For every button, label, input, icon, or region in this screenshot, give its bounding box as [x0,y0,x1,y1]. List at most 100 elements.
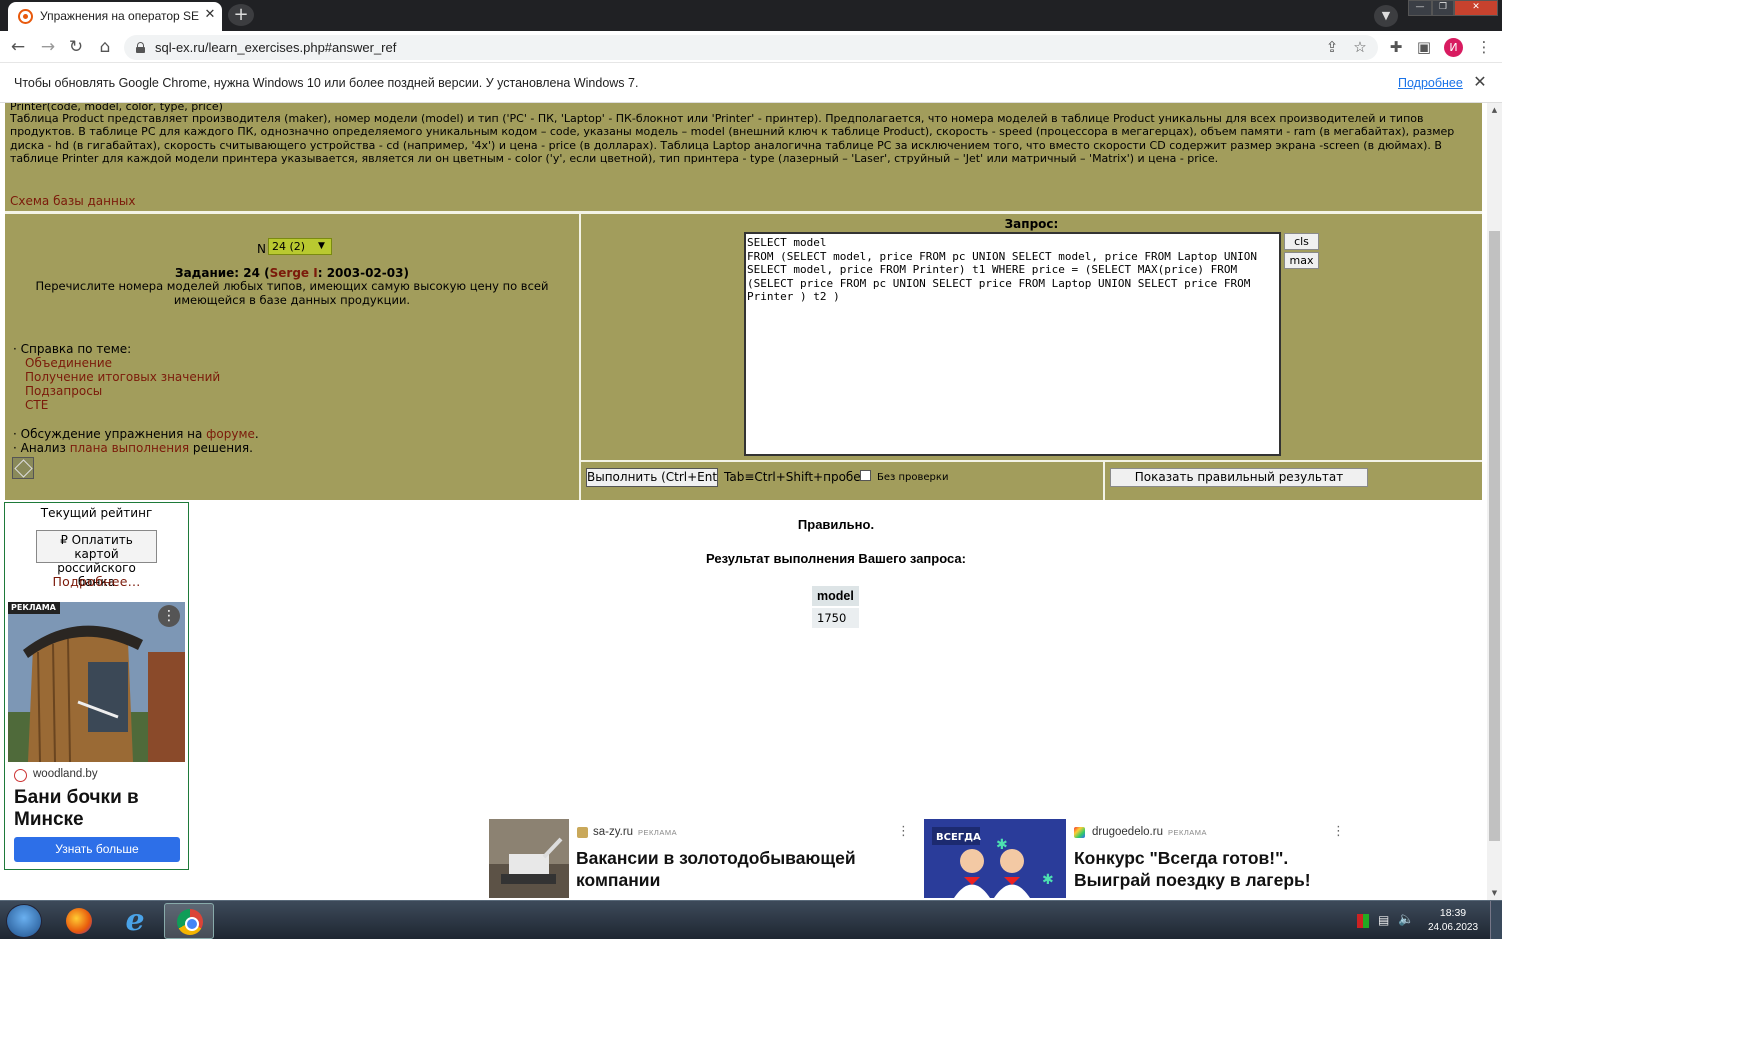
toggle-diamond-icon[interactable] [12,457,34,479]
result-table: model 1750 [812,584,859,630]
help-link-cte[interactable]: CTE [25,398,48,412]
ad-domain[interactable]: woodland.by [33,768,98,780]
database-description-text: Таблица Product представляет производите… [10,112,1455,166]
ad-domain[interactable]: drugoedelo.ru РЕКЛАМА [1092,826,1207,838]
help-link-subqueries[interactable]: Подзапросы [25,384,102,398]
help-link-aggregates[interactable]: Получение итоговых значений [25,370,220,384]
chevron-down-icon: ▼ [318,241,325,251]
site-favicon-icon [18,9,33,24]
svg-text:✱: ✱ [1042,872,1054,888]
browser-menu-icon[interactable]: ⋮ [1472,35,1496,59]
table-row: 1750 [812,608,859,628]
forum-link[interactable]: форуме [206,427,255,441]
address-bar[interactable]: sql-ex.ru/learn_exercises.php#answer_ref [124,35,1378,60]
ad-image[interactable] [8,602,185,762]
plan-suffix: решения. [189,441,253,455]
no-check-label: Без проверки [877,472,949,483]
pioneers-illustration: ВСЕГДА ✱ ✱ [924,819,1066,898]
maximize-editor-button[interactable]: max [1284,252,1319,269]
tray-clock-time[interactable]: 18:39 [1428,907,1478,919]
ad-badge: РЕКЛАМА [8,602,60,614]
page-content: Printer(code, model, color, type, price)… [0,103,1502,900]
browser-tab[interactable]: Упражнения на оператор SELECT ✕ [8,2,222,31]
exercise-number-value: 24 (2) [272,240,306,253]
rating-more-link[interactable]: Подробнее... [5,574,188,589]
close-window-icon[interactable]: ✕ [1454,0,1498,16]
home-icon[interactable]: ⌂ [92,34,118,60]
ad-title[interactable]: Вакансии в золотодобывающей компании [576,847,906,891]
internet-explorer-icon: e [125,903,145,938]
rating-title: Текущий рейтинг [40,506,153,520]
tray-volume-icon[interactable]: 🔈 [1398,912,1414,927]
share-icon[interactable]: ⇪ [1320,35,1344,59]
ad-domain-text: drugoedelo.ru [1092,826,1163,838]
taskbar-internet-explorer[interactable]: e [110,903,160,939]
svg-text:✱: ✱ [996,837,1008,853]
minimize-icon[interactable]: — [1408,0,1432,16]
ad-menu-icon[interactable]: ⋮ [158,605,180,627]
query-panel: Запрос: SELECT model FROM (SELECT model,… [581,214,1482,460]
taskbar-firefox[interactable] [54,903,104,939]
infobar-close-icon[interactable]: ✕ [1470,72,1490,92]
reload-icon[interactable]: ↻ [63,34,89,60]
taskbar-chrome[interactable] [164,903,214,939]
schema-link[interactable]: Схема базы данных [10,194,135,208]
browser-toolbar: ← → ↻ ⌂ sql-ex.ru/learn_exercises.php#an… [0,31,1502,63]
tab-close-icon[interactable]: ✕ [202,7,218,25]
scroll-up-icon[interactable]: ▲ [1487,103,1502,117]
back-arrow-icon[interactable]: ← [5,34,31,60]
help-link-union[interactable]: Объединение [25,356,112,370]
forward-arrow-icon[interactable]: → [35,34,61,60]
ad-menu-icon[interactable]: ⋮ [1332,824,1345,839]
show-desktop-button[interactable] [1490,901,1502,939]
bookmark-star-icon[interactable]: ☆ [1348,35,1372,59]
ad-card-contest[interactable]: ВСЕГДА ✱ ✱ drugoedelo.ru РЕКЛАМА ⋮ Конкур… [924,819,1353,898]
side-panel-icon[interactable]: ▣ [1412,35,1436,59]
ad-card-vacancies[interactable]: sa-zy.ru РЕКЛАМА ⋮ Вакансии в золотодобыв… [489,819,918,898]
clear-button[interactable]: cls [1284,233,1319,250]
scrollbar-thumb[interactable] [1489,231,1500,841]
new-tab-button[interactable]: + [228,4,254,26]
pay-card-button[interactable]: ₽ Оплатить картой российского банка [36,530,157,589]
ad-tag: РЕКЛАМА [1167,828,1208,837]
rating-sidebar: Текущий рейтинг ₽ Оплатить картой россий… [4,502,189,870]
maximize-icon[interactable]: ❐ [1432,0,1454,16]
ad-menu-icon[interactable]: ⋮ [897,824,910,839]
task-author-link[interactable]: Serge I [270,266,318,280]
start-button[interactable] [6,904,42,938]
query-label: Запрос: [1004,217,1059,231]
table-header-row: model [812,586,859,606]
ad-domain[interactable]: sa-zy.ru РЕКЛАМА [593,826,677,838]
tray-clock-date[interactable]: 24.06.2023 [1424,922,1482,933]
no-check-checkbox[interactable] [860,470,871,481]
show-correct-result-button[interactable]: Показать правильный результат [1110,468,1368,487]
ad-image[interactable]: ВСЕГДА ✱ ✱ [924,819,1066,898]
ad-title[interactable]: Бани бочки в Минске [14,787,184,831]
query-textarea[interactable]: SELECT model FROM (SELECT model, price F… [744,232,1281,456]
plan-line: · Анализ плана выполнения решения. [13,441,253,455]
tab-search-chevron-icon[interactable]: ▼ [1374,5,1398,27]
profile-avatar[interactable]: И [1444,38,1463,57]
plan-link[interactable]: плана выполнения [70,441,189,455]
extensions-puzzle-icon[interactable]: ✚ [1384,35,1408,59]
ad-title[interactable]: Конкурс "Всегда готов!". Выиграй поездку… [1074,847,1344,891]
forum-line: · Обсуждение упражнения на форуме. [13,427,259,441]
result-title: Результат выполнения Вашего запроса: [706,551,966,566]
ad-tag: РЕКЛАМА [638,828,678,837]
ad-learn-more-button[interactable]: Узнать больше [14,837,180,862]
sa-zy-logo-icon [577,827,588,838]
ad-domain-text: sa-zy.ru [593,826,634,838]
lock-icon[interactable] [136,42,145,53]
ad-image[interactable] [489,819,569,898]
column-header: model [812,586,859,606]
table-cell: 1750 [812,608,859,628]
url-text[interactable]: sql-ex.ru/learn_exercises.php#answer_ref [155,40,396,55]
exercise-number-select[interactable]: 24 (2) ▼ [268,238,332,255]
tray-flag-icon[interactable] [1357,914,1369,928]
page-scrollbar[interactable]: ▲ ▼ [1487,103,1502,900]
run-query-button[interactable]: Выполнить (Ctrl+Enter) [586,468,718,487]
task-panel: N 24 (2) ▼ Задание: 24 (Serge I: 2003-02… [5,214,579,500]
scroll-down-icon[interactable]: ▼ [1487,886,1502,900]
tray-network-icon[interactable]: ▤ [1378,913,1389,927]
infobar-more-link[interactable]: Подробнее [1398,76,1463,90]
